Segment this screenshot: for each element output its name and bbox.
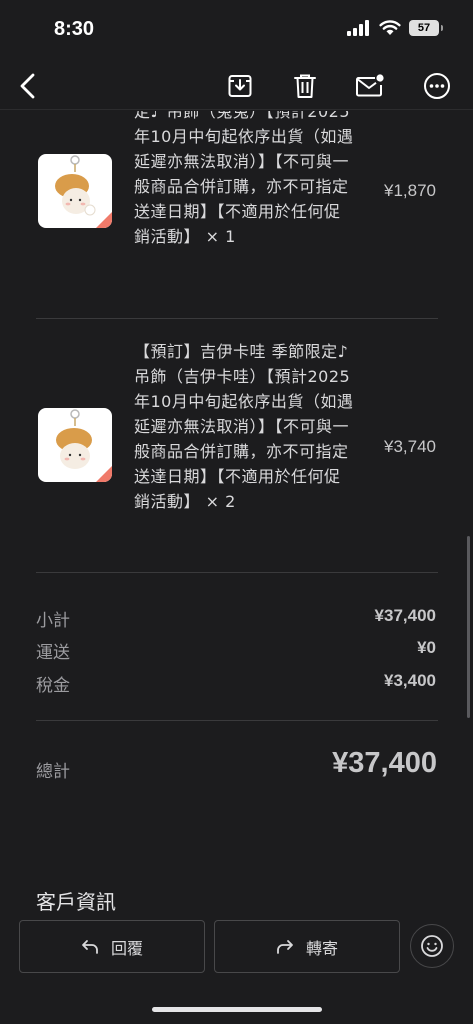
delete-button[interactable] xyxy=(287,68,323,104)
forward-icon xyxy=(277,939,293,954)
product-image xyxy=(38,154,112,228)
status-icons: 57 xyxy=(347,20,443,36)
reply-label: 回覆 xyxy=(110,938,143,958)
total-label: 總計 xyxy=(36,762,70,782)
more-icon xyxy=(424,73,450,99)
tax-row: 稅金 ¥3,400 xyxy=(36,671,438,697)
order-item: 【預訂】吉伊卡哇 季節限定♪ 吊飾（吉伊卡哇）【預計2025年10月中旬起依序出… xyxy=(36,339,438,549)
product-image xyxy=(38,408,112,482)
status-time: 8:30 xyxy=(54,18,95,40)
archive-button[interactable] xyxy=(222,68,258,104)
back-button[interactable] xyxy=(10,68,46,104)
scrollbar[interactable] xyxy=(467,536,470,718)
mail-toolbar xyxy=(0,62,473,110)
subtotal-label: 小計 xyxy=(36,611,70,631)
tax-label: 稅金 xyxy=(36,676,70,696)
customer-info-heading: 客戶資訊 xyxy=(36,890,116,911)
tax-value: ¥3,400 xyxy=(384,671,436,690)
unread-mail-icon xyxy=(356,74,384,97)
order-item: 定♪ 吊飾（兔兔）【預計2025年10月中旬起依序出貨（如遇延遲亦無法取消）】【… xyxy=(36,111,438,299)
subtotal-value: ¥37,400 xyxy=(374,606,436,625)
subtotal-row: 小計 ¥37,400 xyxy=(36,606,438,632)
item-divider xyxy=(36,318,438,319)
smiley-icon xyxy=(421,935,443,957)
shipping-row: 運送 ¥0 xyxy=(36,638,438,664)
home-indicator[interactable] xyxy=(152,1007,322,1012)
total-value: ¥37,400 xyxy=(332,747,437,779)
item-price: ¥1,870 xyxy=(384,181,436,200)
item-description: 定♪ 吊飾（兔兔）【預計2025年10月中旬起依序出貨（如遇延遲亦無法取消）】【… xyxy=(134,111,354,246)
reply-button[interactable]: 回覆 xyxy=(19,920,205,973)
item-divider xyxy=(36,572,438,573)
email-body[interactable]: 定♪ 吊飾（兔兔）【預計2025年10月中旬起依序出貨（如遇延遲亦無法取消）】【… xyxy=(0,111,473,911)
signal-icon xyxy=(347,20,369,36)
wifi-icon xyxy=(379,20,401,35)
more-options-button[interactable] xyxy=(419,68,455,104)
item-price: ¥3,740 xyxy=(384,437,436,456)
battery-level: 57 xyxy=(417,22,431,34)
shipping-label: 運送 xyxy=(36,643,70,663)
mascot-keychain-icon xyxy=(55,155,112,228)
forward-button[interactable]: 轉寄 xyxy=(214,920,400,973)
status-bar: 8:30 57 xyxy=(0,0,473,62)
back-chevron-icon xyxy=(20,73,35,99)
battery-icon: 57 xyxy=(409,20,443,36)
mascot-keychain-icon xyxy=(56,409,112,482)
summary-divider xyxy=(36,720,438,721)
emoji-reaction-button[interactable] xyxy=(410,924,454,968)
forward-label: 轉寄 xyxy=(305,938,338,958)
mark-unread-button[interactable] xyxy=(352,68,388,104)
reply-icon xyxy=(82,939,98,954)
item-description: 【預訂】吉伊卡哇 季節限定♪ 吊飾（吉伊卡哇）【預計2025年10月中旬起依序出… xyxy=(134,342,354,511)
archive-icon xyxy=(228,75,252,97)
action-bar: 回覆 轉寄 xyxy=(0,916,473,976)
shipping-value: ¥0 xyxy=(417,638,436,657)
trash-icon xyxy=(294,74,316,98)
